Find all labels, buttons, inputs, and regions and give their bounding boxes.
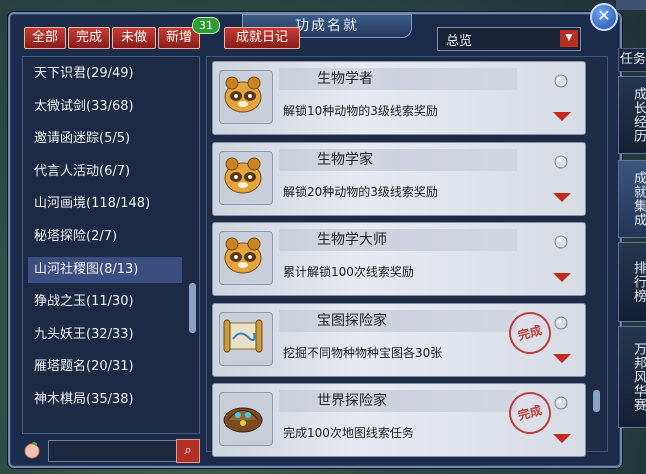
sidebar-item[interactable]: 太微试剑(33/68) bbox=[28, 94, 182, 120]
achievement-description: 完成100次地图线索任务 bbox=[283, 426, 414, 440]
achievement-title: 生物学家 bbox=[279, 148, 517, 171]
right-side-tab[interactable]: 万邦风华赛 bbox=[618, 326, 646, 428]
pearl-reward-icon[interactable] bbox=[553, 314, 569, 330]
pearl-reward-icon[interactable] bbox=[553, 394, 569, 410]
search-icon: ⌕ bbox=[184, 443, 192, 458]
sidebar-item[interactable]: 秘塔探险(2/7) bbox=[28, 224, 182, 250]
achievement-description: 解锁10种动物的3级线索奖励 bbox=[283, 104, 438, 118]
raccoon-icon bbox=[219, 150, 273, 205]
achievement-card[interactable]: 生物学家解锁20种动物的3级线索奖励 bbox=[212, 141, 586, 216]
close-button[interactable]: ✕ bbox=[590, 3, 618, 31]
new-count-badge: 31 bbox=[192, 17, 220, 34]
expand-arrow-icon[interactable] bbox=[553, 273, 571, 282]
search-button[interactable]: ⌕ bbox=[176, 439, 200, 463]
sidebar-item[interactable]: 神木棋局(35/38) bbox=[28, 387, 182, 413]
achievement-card[interactable]: 生物学大师累计解锁100次线索奖励 bbox=[212, 222, 586, 296]
sidebar-item[interactable]: 天下识君(29/49) bbox=[28, 61, 182, 87]
filter-button[interactable]: 全部 bbox=[24, 27, 66, 49]
sidebar-item[interactable]: 狰战之玉(11/30) bbox=[28, 289, 182, 315]
right-side-tab[interactable]: 成就集成 bbox=[618, 160, 646, 238]
achievement-card[interactable]: 生物学者解锁10种动物的3级线索奖励 bbox=[212, 61, 586, 135]
scroll-map-icon bbox=[219, 311, 273, 366]
achievement-title: 宝图探险家 bbox=[279, 309, 517, 332]
sidebar-item[interactable]: 雁塔题名(20/31) bbox=[28, 354, 182, 380]
search-input[interactable] bbox=[48, 440, 178, 462]
overview-dropdown[interactable]: 总览 ▼ bbox=[437, 27, 581, 51]
turtle-shell-icon bbox=[219, 392, 273, 446]
sidebar-item[interactable]: 山河社稷图(8/13) bbox=[28, 256, 182, 283]
achievement-title: 生物学大师 bbox=[279, 229, 517, 251]
filter-button[interactable]: 未做 bbox=[112, 27, 156, 49]
list-scrollbar[interactable] bbox=[593, 390, 600, 412]
sidebar-scrollbar[interactable] bbox=[189, 283, 196, 333]
chevron-down-icon: ▼ bbox=[560, 30, 578, 47]
pearl-reward-icon[interactable] bbox=[553, 153, 569, 169]
peach-icon bbox=[24, 441, 40, 459]
top-right-hud-strip bbox=[616, 0, 646, 10]
pearl-reward-icon[interactable] bbox=[553, 233, 569, 249]
achievement-description: 解锁20种动物的3级线索奖励 bbox=[283, 184, 438, 199]
achievement-description: 累计解锁100次线索奖励 bbox=[283, 265, 414, 279]
achievement-title: 生物学者 bbox=[279, 68, 517, 90]
close-icon: ✕ bbox=[597, 6, 611, 25]
achievement-description: 挖掘不同物种物种宝图各30张 bbox=[283, 345, 443, 360]
raccoon-icon bbox=[219, 70, 273, 124]
sidebar-item[interactable]: 山河画境(118/148) bbox=[28, 191, 182, 217]
task-tab[interactable]: 任务 bbox=[618, 48, 646, 72]
achievement-card[interactable]: 世界探险家 完成100次地图线索任务 完成 bbox=[212, 383, 586, 457]
expand-arrow-icon[interactable] bbox=[553, 192, 571, 202]
right-side-tab[interactable]: 成长经历 bbox=[618, 76, 646, 154]
expand-arrow-icon[interactable] bbox=[553, 112, 571, 121]
pearl-reward-icon[interactable] bbox=[553, 72, 569, 88]
filter-button[interactable]: 完成 bbox=[68, 27, 110, 49]
expand-arrow-icon[interactable] bbox=[553, 353, 571, 363]
achievement-card[interactable]: 宝图探险家 挖掘不同物种物种宝图各30张 完成 bbox=[212, 302, 586, 377]
sidebar-item[interactable]: 邀请函迷踪(5/5) bbox=[28, 126, 182, 152]
dropdown-value: 总览 bbox=[446, 34, 473, 49]
sidebar-item[interactable]: 九头妖王(32/33) bbox=[28, 322, 182, 348]
filter-button[interactable]: 成就日记 bbox=[224, 27, 300, 49]
expand-arrow-icon[interactable] bbox=[553, 434, 571, 443]
right-side-tab[interactable]: 排行榜 bbox=[618, 242, 646, 322]
sidebar-item[interactable]: 代言人活动(6/7) bbox=[28, 159, 182, 185]
raccoon-icon bbox=[219, 231, 273, 285]
achievement-title: 世界探险家 bbox=[279, 390, 517, 412]
